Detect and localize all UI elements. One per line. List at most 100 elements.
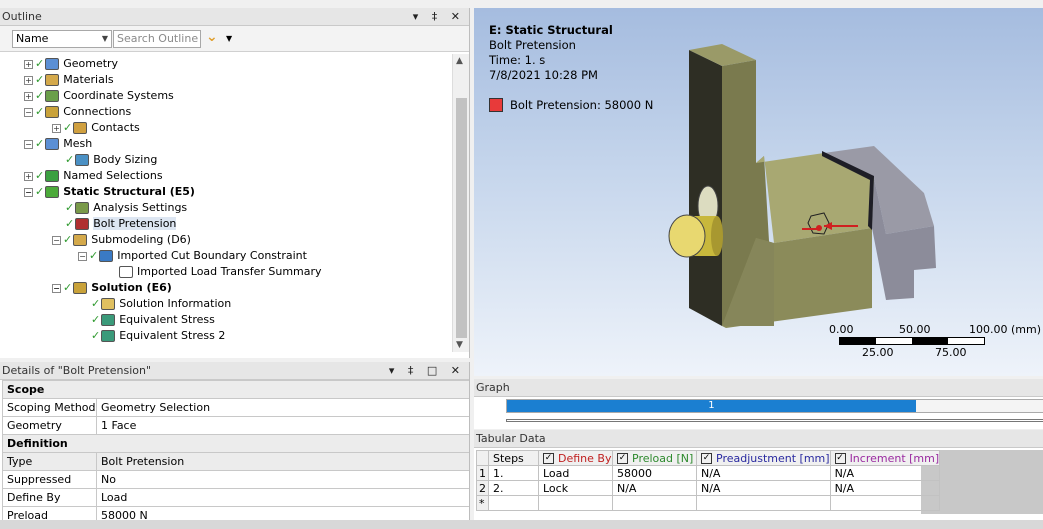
table-cell[interactable] <box>829 495 941 511</box>
tree-node[interactable]: − ✓ Solution (E6) <box>52 280 172 296</box>
time-slider[interactable] <box>506 419 1043 422</box>
outline-panel-controls[interactable]: ▾ ‡ ✕ <box>413 8 465 26</box>
tree-node[interactable]: − ✓ Static Structural (E5) <box>24 184 195 200</box>
outline-title: Outline <box>2 10 42 23</box>
column-header[interactable]: ✓ Define By <box>538 450 613 466</box>
table-cell[interactable] <box>612 495 697 511</box>
column-header[interactable]: ✓ Preload [N] <box>612 450 697 466</box>
status-check-icon: ✓ <box>35 57 45 70</box>
dropdown-arrow-icon[interactable]: ▼ <box>226 34 232 43</box>
table-cell[interactable] <box>488 495 539 511</box>
tree-node[interactable]: ✓ Bolt Pretension <box>52 216 177 232</box>
step-timeline[interactable]: 1 <box>506 399 1043 413</box>
tree-node-label: Equivalent Stress <box>119 313 215 326</box>
tree-node[interactable]: ✓ Analysis Settings <box>52 200 187 216</box>
search-outline-input[interactable]: Search Outline <box>113 30 201 48</box>
collapse-icon[interactable]: − <box>52 283 61 293</box>
step-bar[interactable]: 1 <box>507 400 916 412</box>
details-value[interactable]: 1 Face <box>96 416 469 435</box>
collapse-icon[interactable]: − <box>78 251 87 261</box>
details-panel-controls[interactable]: ▾ ‡ □ ✕ <box>389 362 465 380</box>
tree-node[interactable]: + ✓ Contacts <box>52 120 140 136</box>
column-header[interactable]: ✓ Increment [mm] <box>829 450 941 466</box>
tree-node[interactable]: − ✓ Submodeling (D6) <box>52 232 191 248</box>
column-checkbox[interactable]: ✓ <box>834 453 846 464</box>
table-row[interactable]: 2 2. Lock N/A N/A N/A <box>476 480 941 496</box>
column-checkbox[interactable]: ✓ <box>617 453 628 464</box>
scroll-thumb[interactable] <box>456 98 467 338</box>
table-cell[interactable]: N/A <box>829 465 941 481</box>
expand-icon[interactable]: + <box>24 59 33 69</box>
table-row[interactable]: 1 1. Load 58000 N/A N/A <box>476 465 941 481</box>
column-checkbox[interactable]: ✓ <box>543 453 554 464</box>
tree-node-icon <box>75 218 90 230</box>
status-check-icon: ✓ <box>35 137 45 150</box>
column-header[interactable]: ✓ Preadjustment [mm] <box>696 450 831 466</box>
bolt-end-face <box>668 214 706 258</box>
tree-node-label: Submodeling (D6) <box>91 233 191 246</box>
details-value[interactable]: Geometry Selection <box>96 398 469 417</box>
scroll-up-icon[interactable]: ▲ <box>456 56 463 66</box>
tree-node-label: Imported Load Transfer Summary <box>137 265 322 278</box>
name-filter-select[interactable]: Name ▼ <box>12 30 112 48</box>
table-cell[interactable]: 1. <box>488 465 539 481</box>
tree-node[interactable]: + ✓ Geometry <box>24 56 118 72</box>
details-table: Scope Scoping Method Geometry Selection Geo… <box>2 380 469 525</box>
details-value[interactable]: No <box>96 470 469 489</box>
scroll-down-icon[interactable]: ▼ <box>456 340 463 350</box>
table-cell[interactable] <box>538 495 613 511</box>
tree-node[interactable]: − ✓ Mesh <box>24 136 92 152</box>
details-row[interactable]: Geometry 1 Face <box>2 416 469 435</box>
details-value[interactable]: Load <box>96 488 469 507</box>
table-cell[interactable]: N/A <box>696 480 831 496</box>
column-header[interactable]: Steps <box>488 450 539 466</box>
details-section-header[interactable]: Scope <box>2 380 469 399</box>
scale-label-50: 50.00 <box>899 323 931 336</box>
tree-node-icon <box>101 298 116 310</box>
outline-scrollbar[interactable]: ▲ ▼ <box>452 54 469 352</box>
tree-node-icon <box>119 266 133 278</box>
details-row[interactable]: Scoping Method Geometry Selection <box>2 398 469 417</box>
details-title-bar: Details of "Bolt Pretension" ▾ ‡ □ ✕ <box>0 362 469 380</box>
tree-node[interactable]: + ✓ Coordinate Systems <box>24 88 174 104</box>
table-cell[interactable]: N/A <box>829 480 941 496</box>
table-cell[interactable]: N/A <box>696 465 831 481</box>
table-cell[interactable]: Lock <box>538 480 613 496</box>
table-cell[interactable]: Load <box>538 465 613 481</box>
tree-node[interactable]: + ✓ Named Selections <box>24 168 163 184</box>
table-cell[interactable]: 58000 <box>612 465 697 481</box>
collapse-icon[interactable]: − <box>52 235 61 245</box>
row-number: * <box>476 495 489 511</box>
tree-node[interactable]: − ✓ Imported Cut Boundary Constraint <box>78 248 307 264</box>
tree-node[interactable]: ✓ Solution Information <box>78 296 231 312</box>
tree-node[interactable]: + ✓ Materials <box>24 72 114 88</box>
details-row[interactable]: Type Bolt Pretension <box>2 452 469 471</box>
expand-icon[interactable]: + <box>52 123 61 133</box>
details-value[interactable]: Bolt Pretension <box>96 452 469 471</box>
status-check-icon: ✓ <box>35 185 45 198</box>
column-checkbox[interactable]: ✓ <box>701 453 712 464</box>
collapse-icon[interactable]: − <box>24 187 33 197</box>
details-row[interactable]: Define By Load <box>2 488 469 507</box>
details-section-header[interactable]: Definition <box>2 434 469 453</box>
details-row[interactable]: Suppressed No <box>2 470 469 489</box>
tree-node[interactable]: ✓ Equivalent Stress 2 <box>78 328 225 344</box>
tree-node-label: Imported Cut Boundary Constraint <box>117 249 307 262</box>
expand-icon[interactable]: + <box>24 91 33 101</box>
table-row[interactable]: * <box>476 495 941 511</box>
tree-node[interactable]: ✓ Equivalent Stress <box>78 312 215 328</box>
expand-icon[interactable]: + <box>24 75 33 85</box>
column-header-label: Preadjustment [mm] <box>716 451 830 465</box>
expand-icon[interactable]: + <box>24 171 33 181</box>
tree-node[interactable]: ✓ Body Sizing <box>52 152 157 168</box>
collapse-icon[interactable]: − <box>24 107 33 117</box>
expand-chevron-icon[interactable]: ⌄ <box>206 29 218 45</box>
table-cell[interactable] <box>696 495 831 511</box>
scale-bar-graphic <box>839 337 985 345</box>
tree-node[interactable]: Imported Load Transfer Summary <box>106 264 322 280</box>
geometry-viewport[interactable]: E: Static Structural Bolt Pretension Tim… <box>474 8 1043 376</box>
table-cell[interactable]: 2. <box>488 480 539 496</box>
table-cell[interactable]: N/A <box>612 480 697 496</box>
collapse-icon[interactable]: − <box>24 139 33 149</box>
tree-node[interactable]: − ✓ Connections <box>24 104 131 120</box>
